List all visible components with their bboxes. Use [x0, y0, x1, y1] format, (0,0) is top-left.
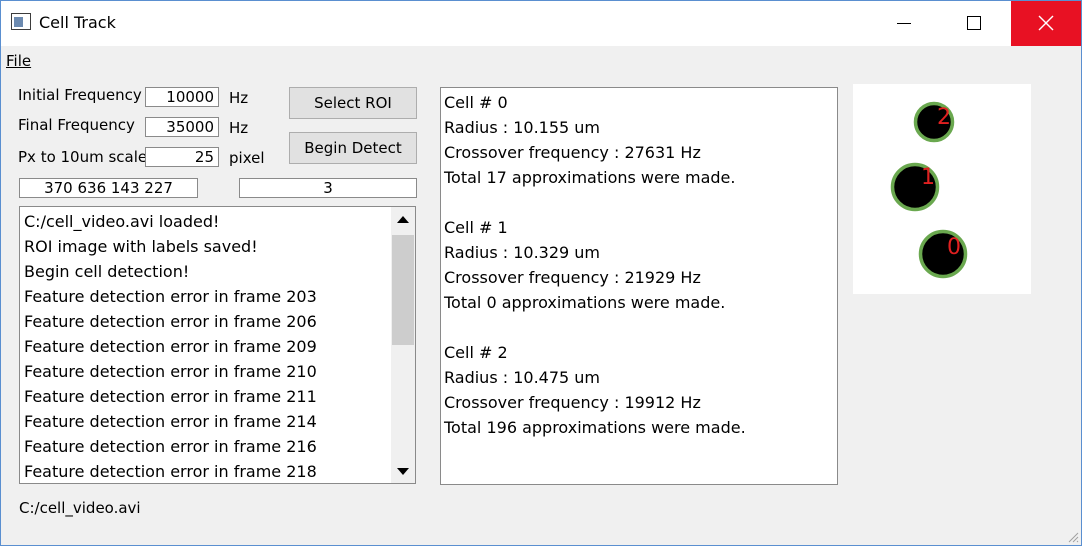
initial-frequency-label: Initial Frequency [18, 86, 142, 104]
results-line: Crossover frequency : 27631 Hz [444, 143, 701, 162]
log-listbox[interactable]: C:/cell_video.avi loaded! ROI image with… [19, 206, 416, 484]
select-roi-button[interactable]: Select ROI [289, 87, 417, 119]
list-item[interactable]: Feature detection error in frame 203 [24, 287, 317, 306]
results-line: Cell # 0 [444, 93, 508, 112]
list-item[interactable]: Feature detection error in frame 211 [24, 387, 317, 406]
main-window: Cell Track File Initial Frequency 10000 … [0, 0, 1082, 546]
initial-frequency-unit: Hz [229, 89, 249, 107]
list-item[interactable]: Feature detection error in frame 218 [24, 462, 317, 481]
minimize-icon [897, 23, 911, 24]
list-item[interactable]: Begin cell detection! [24, 262, 189, 281]
scale-label: Px to 10um scale [18, 148, 148, 166]
begin-detect-button[interactable]: Begin Detect [289, 132, 417, 164]
status-path: C:/cell_video.avi [19, 499, 141, 517]
cell-label: 1 [921, 165, 935, 190]
initial-frequency-input[interactable]: 10000 [145, 87, 219, 107]
results-line: Radius : 10.329 um [444, 243, 601, 262]
final-frequency-input[interactable]: 35000 [145, 117, 219, 137]
results-line: Radius : 10.155 um [444, 118, 601, 137]
minimize-button[interactable] [881, 1, 927, 46]
results-line: Radius : 10.475 um [444, 368, 601, 387]
list-item[interactable]: Feature detection error in frame 210 [24, 362, 317, 381]
results-line: Crossover frequency : 21929 Hz [444, 268, 701, 287]
resize-grip-icon[interactable] [1067, 531, 1079, 543]
results-line: Total 0 approximations were made. [444, 293, 726, 312]
list-item[interactable]: Feature detection error in frame 214 [24, 412, 317, 431]
scroll-down-button[interactable] [391, 459, 415, 483]
scroll-thumb[interactable] [392, 235, 414, 345]
results-line: Total 17 approximations were made. [444, 168, 736, 187]
scroll-up-button[interactable] [391, 207, 415, 231]
results-line: Crossover frequency : 19912 Hz [444, 393, 701, 412]
list-item[interactable]: ROI image with labels saved! [24, 237, 258, 256]
close-button[interactable] [1011, 1, 1081, 46]
maximize-button[interactable] [951, 1, 997, 46]
results-line: Total 196 approximations were made. [444, 418, 746, 437]
final-frequency-unit: Hz [229, 119, 249, 137]
close-icon [1038, 15, 1054, 31]
chevron-up-icon [397, 216, 409, 223]
list-item[interactable]: C:/cell_video.avi loaded! [24, 212, 219, 231]
menu-file[interactable]: File [6, 52, 31, 70]
cell-count-field[interactable]: 3 [239, 178, 417, 198]
scale-input[interactable]: 25 [145, 147, 219, 167]
menu-bar: File [1, 46, 1081, 74]
cell-label: 0 [947, 235, 961, 260]
log-scrollbar[interactable] [391, 207, 415, 483]
results-line: Cell # 2 [444, 343, 508, 362]
results-line: Cell # 1 [444, 218, 508, 237]
app-icon [11, 13, 31, 30]
chevron-down-icon [397, 468, 409, 475]
list-item[interactable]: Feature detection error in frame 206 [24, 312, 317, 331]
roi-image: 2 1 0 [853, 84, 1031, 294]
list-item[interactable]: Feature detection error in frame 209 [24, 337, 317, 356]
cell-label: 2 [937, 105, 951, 130]
roi-coordinates-field[interactable]: 370 636 143 227 [19, 178, 198, 198]
maximize-icon [967, 16, 981, 30]
list-item[interactable]: Feature detection error in frame 216 [24, 437, 317, 456]
scale-unit: pixel [229, 149, 265, 167]
roi-image-canvas: 2 1 0 [890, 101, 968, 279]
final-frequency-label: Final Frequency [18, 116, 135, 134]
results-textbox[interactable]: Cell # 0 Radius : 10.155 um Crossover fr… [440, 87, 838, 485]
window-title: Cell Track [39, 13, 116, 32]
title-bar[interactable]: Cell Track [1, 1, 1081, 46]
